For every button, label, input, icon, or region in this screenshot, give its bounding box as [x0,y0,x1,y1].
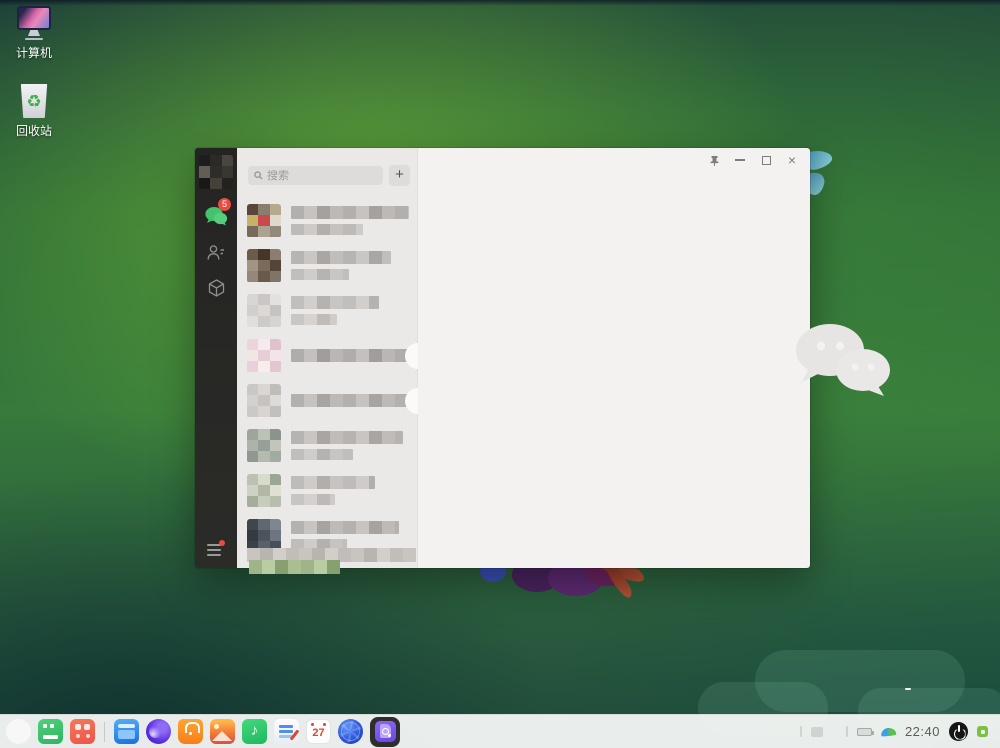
network-icon[interactable] [880,726,897,737]
chat-list-rows [237,198,418,560]
cube-icon [208,279,224,297]
taskbar: ♪ 27 22:40 [0,714,1000,748]
row-pill [405,342,418,369]
taskbar-apps: ♪ 27 [6,716,400,747]
menu-notification-dot [219,540,225,546]
chat-avatar-blurred [247,338,281,373]
computer-icon-label: 计算机 [15,46,52,60]
unread-badge: 5 [218,198,231,211]
close-icon: × [787,152,797,168]
desktop-icon-recycle-bin[interactable]: ♻ 回收站 [2,84,66,139]
multitasking-view-icon[interactable] [38,719,63,744]
power-button[interactable] [949,722,968,741]
globe-app-icon[interactable] [338,719,363,744]
wechat-main-panel: × [418,148,890,568]
chat-list-item[interactable] [237,378,418,423]
user-avatar[interactable] [199,155,233,189]
add-chat-button[interactable]: + [389,165,410,186]
wechat-sidebar: 5 [195,148,237,568]
recycle-bin-label: 回收站 [15,124,52,138]
tray-divider [799,726,802,737]
launcher-icon[interactable] [6,719,31,744]
chat-avatar-blurred [247,428,281,463]
chat-list-panel: + [237,148,418,574]
chat-text-blurred [291,296,379,325]
music-player-icon[interactable]: ♪ [242,719,267,744]
calendar-icon[interactable]: 27 [306,719,331,744]
chat-avatar-blurred [247,293,281,328]
chat-text-blurred [291,206,409,235]
tray-divider [845,726,848,737]
chat-list-item[interactable] [237,288,418,333]
music-note-glyph: ♪ [250,722,259,739]
app-grid-icon[interactable] [70,719,95,744]
chat-avatar-blurred [247,383,281,418]
wallpaper-cloud [755,650,965,712]
active-app-indicator[interactable] [370,716,400,747]
search-input[interactable] [267,169,377,182]
chat-text-blurred [291,431,403,460]
pin-window-button[interactable] [708,154,720,166]
battery-icon[interactable] [856,727,874,736]
maximize-button[interactable] [760,154,772,166]
file-manager-icon[interactable] [114,719,139,744]
system-tray: 22:40 [799,722,994,741]
wallpaper-boat [905,688,911,690]
search-icon [254,171,263,180]
sidebar-item-contacts[interactable] [195,239,237,265]
wechat-watermark-logo [796,324,890,396]
minimize-icon [735,159,745,161]
chat-text-blurred [291,251,391,280]
chat-list-item[interactable] [237,333,418,378]
chat-avatar-blurred [247,473,281,508]
app-store-icon[interactable] [178,719,203,744]
chat-list-item[interactable] [237,198,418,243]
desktop: 计算机 ♻ 回收站 5 搜索 + × ♪ 27 22:40 [0,0,1000,748]
blurred-green-row [249,560,340,574]
window-controls: × [708,152,798,168]
pin-icon [710,155,718,166]
row-pill [405,387,418,414]
taskbar-clock[interactable]: 22:40 [905,724,940,739]
chat-text-blurred [291,349,418,362]
desktop-icon-computer[interactable]: 计算机 [2,6,66,61]
calendar-day: 27 [312,727,325,739]
sidebar-item-chats[interactable]: 5 [195,198,237,229]
chat-text-blurred [291,476,375,505]
sidebar-item-collections[interactable] [195,275,237,301]
chat-avatar-blurred [247,248,281,283]
chat-text-blurred [291,394,418,407]
chat-list-item[interactable] [237,243,418,288]
chat-avatar-blurred [247,203,281,238]
minimize-button[interactable] [734,154,746,166]
chat-list-item[interactable] [237,468,418,513]
contacts-icon [207,244,224,260]
image-viewer-icon[interactable] [210,719,235,744]
close-button[interactable]: × [786,152,798,168]
document-viewer-icon [374,721,396,742]
sidebar-menu-button[interactable] [207,540,225,556]
recycle-bin-icon: ♻ [20,84,48,118]
browser-icon[interactable] [146,719,171,744]
taskbar-separator [104,721,105,742]
chat-list-item[interactable] [237,423,418,468]
maximize-icon [761,155,771,165]
computer-icon [2,6,66,40]
search-box[interactable] [248,166,383,185]
wechat-window: 5 搜索 + × [195,148,890,574]
tray-plugin-icon[interactable] [977,726,988,737]
input-method-indicator[interactable] [810,726,823,737]
text-editor-icon[interactable] [274,719,299,744]
chat-text-blurred [291,521,399,550]
